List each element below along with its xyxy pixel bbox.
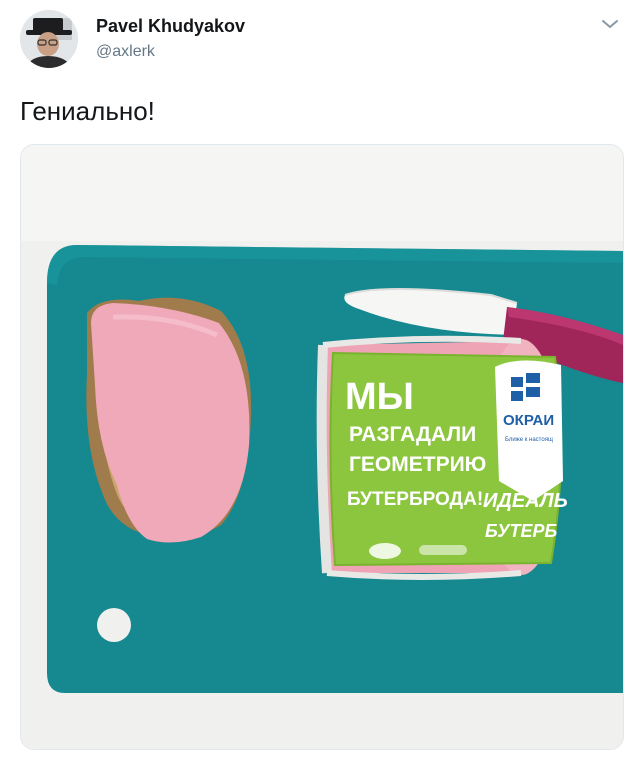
- avatar[interactable]: [20, 10, 78, 68]
- brand-tagline: Ближе к настоящ: [505, 437, 553, 443]
- label-line-3: ГЕОМЕТРИЮ: [349, 453, 486, 476]
- label-side-line-1: ИДЕАЛЬ: [483, 490, 568, 512]
- brand-name: ОКРАИ: [503, 412, 554, 429]
- label-line-1: МЫ: [345, 376, 414, 418]
- label-line-2: РАЗГАДАЛИ: [349, 423, 476, 446]
- author-name[interactable]: Pavel Khudyakov: [96, 16, 245, 37]
- label-line-4: БУТЕРБРОДА!: [347, 489, 483, 510]
- chevron-down-icon: [602, 20, 618, 28]
- label-side-line-2: БУТЕРБ: [485, 521, 557, 541]
- avatar-photo: [20, 10, 78, 68]
- tweet-text: Гениально!: [20, 96, 155, 126]
- sandwich: [86, 297, 252, 543]
- sausage-roll: ОКРАИ Ближе к настоящ МЫ РАЗГАДАЛИ ГЕОМЕ…: [316, 335, 568, 580]
- tweet-menu-button[interactable]: [598, 12, 622, 36]
- author-handle[interactable]: @axlerk: [96, 43, 155, 61]
- sandwich-photo: ОКРАИ Ближе к настоящ МЫ РАЗГАДАЛИ ГЕОМЕ…: [21, 145, 623, 749]
- tweet-card: Pavel Khudyakov @axlerk Гениально! ОКРАИ…: [0, 0, 640, 764]
- tweet-photo[interactable]: ОКРАИ Ближе к настоящ МЫ РАЗГАДАЛИ ГЕОМЕ…: [20, 144, 624, 750]
